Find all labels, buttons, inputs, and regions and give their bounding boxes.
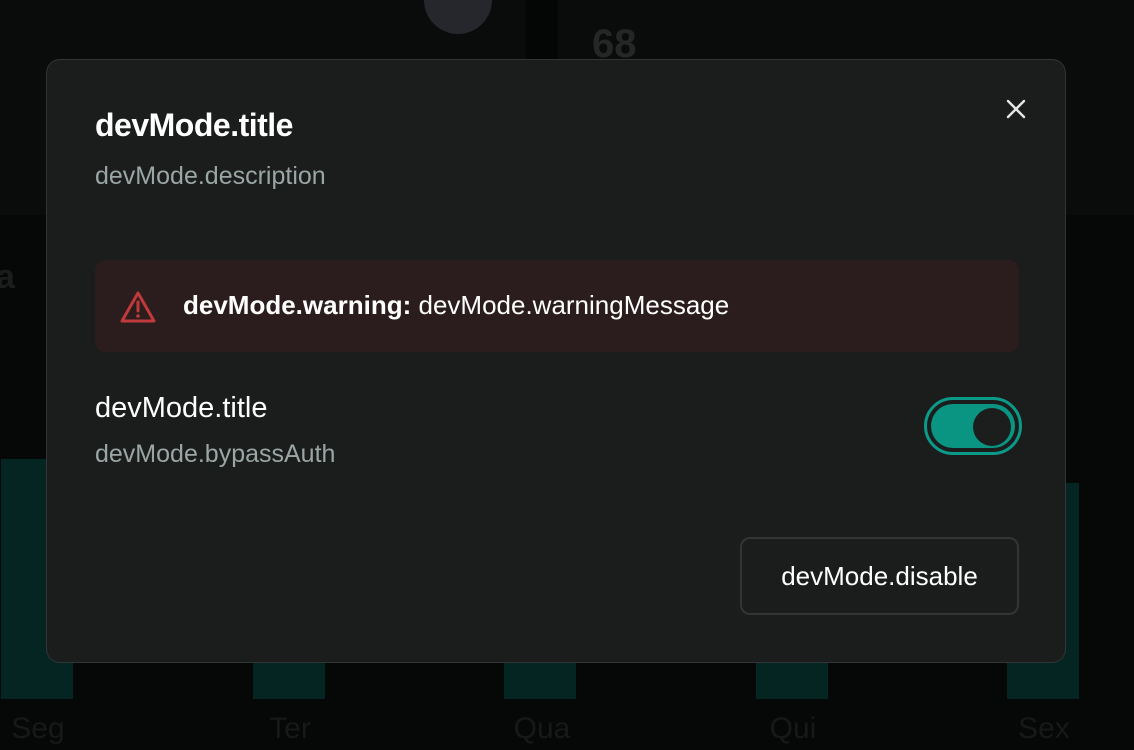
toggle-knob	[973, 408, 1011, 446]
warning-triangle-icon	[120, 291, 156, 323]
toggle-track	[931, 404, 1015, 448]
close-button[interactable]	[1001, 94, 1031, 124]
dev-mode-dialog: devMode.title devMode.description devMod…	[46, 59, 1066, 663]
close-icon	[1006, 99, 1026, 119]
disable-button[interactable]: devMode.disable	[740, 537, 1019, 615]
warning-alert: devMode.warning: devMode.warningMessage	[95, 260, 1019, 352]
dev-mode-toggle[interactable]	[924, 397, 1022, 455]
setting-title: devMode.title	[95, 392, 268, 424]
warning-label: devMode.warning:	[183, 290, 412, 320]
dialog-description: devMode.description	[95, 162, 326, 190]
warning-message: devMode.warningMessage	[418, 290, 730, 320]
warning-text: devMode.warning: devMode.warningMessage	[183, 290, 729, 321]
setting-subtitle: devMode.bypassAuth	[95, 440, 336, 468]
dialog-title: devMode.title	[95, 107, 293, 143]
